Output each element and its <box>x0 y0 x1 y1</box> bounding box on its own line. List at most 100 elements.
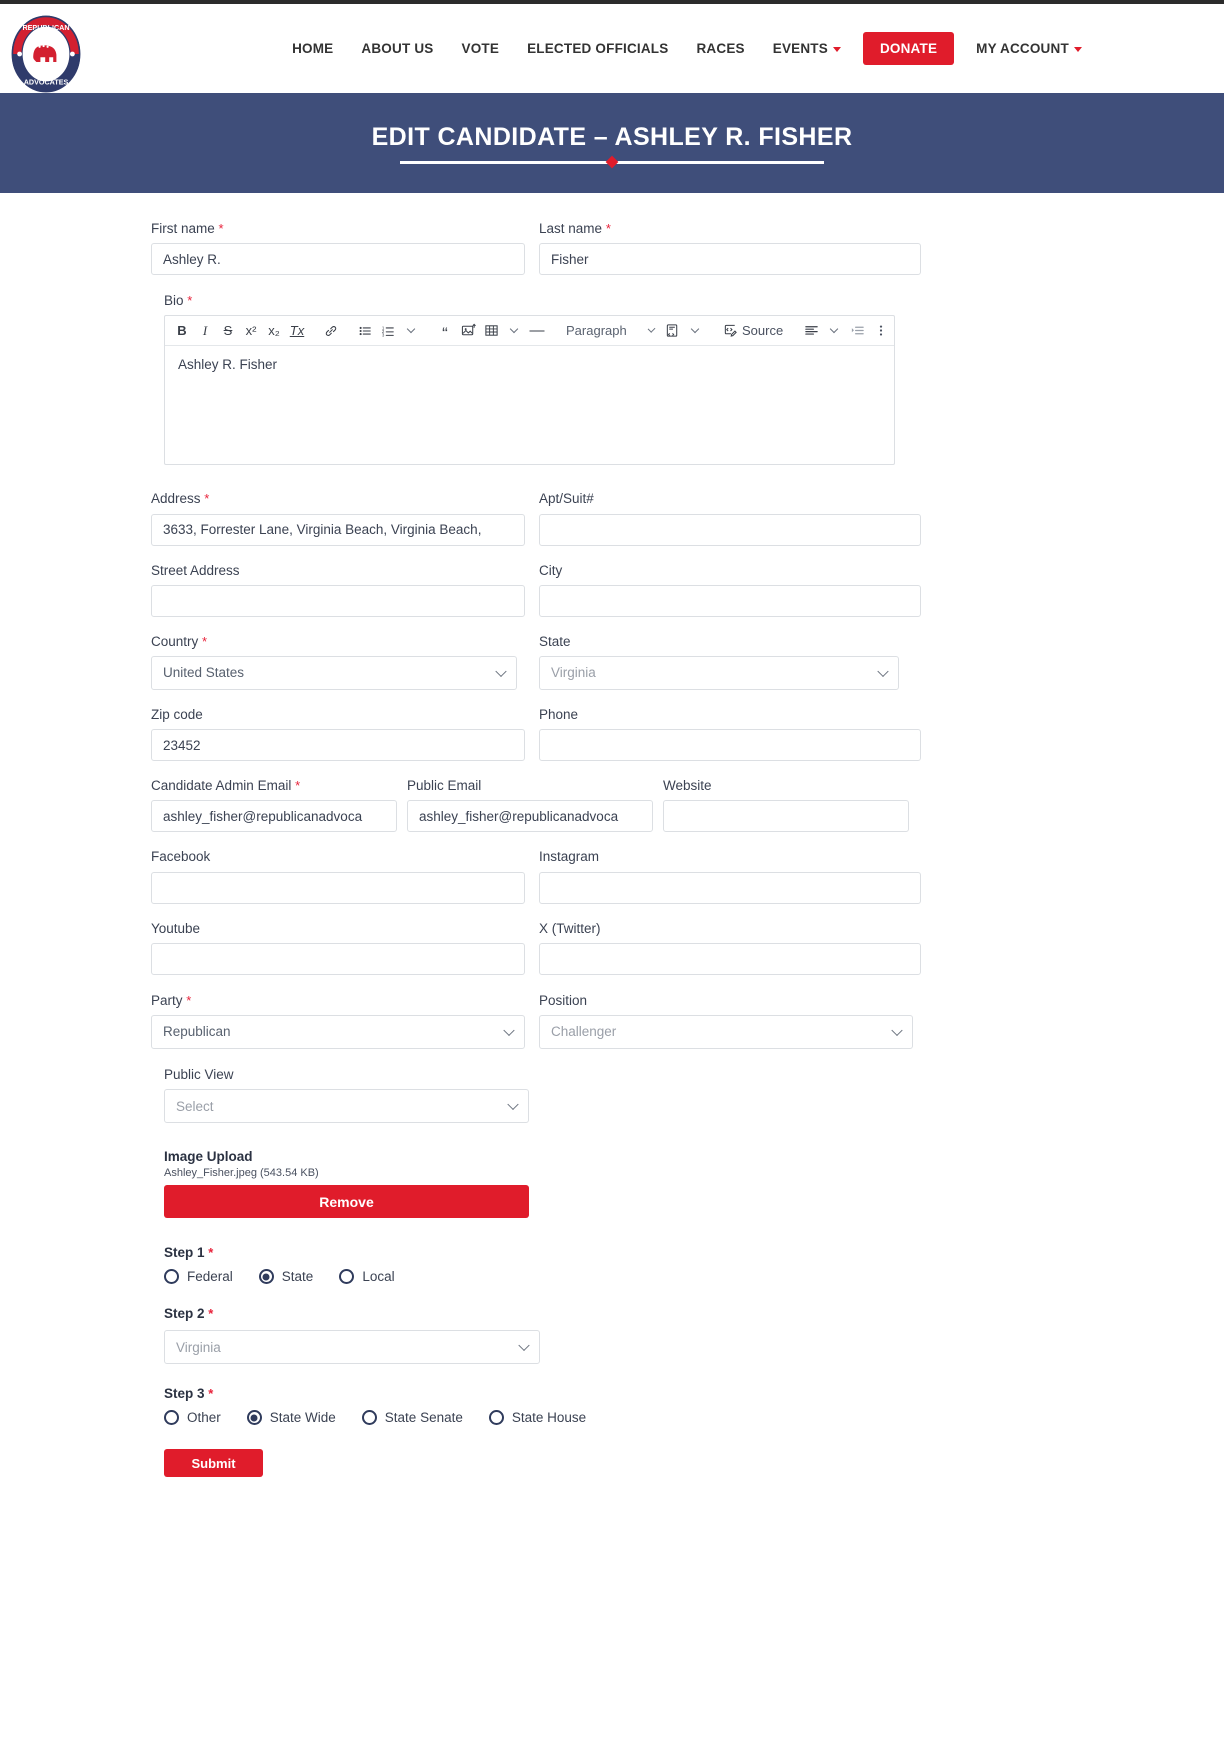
zip-code-label: Zip code <box>151 706 203 722</box>
nav-label: HOME <box>292 41 334 56</box>
step2-select[interactable]: Virginia <box>164 1330 540 1365</box>
phone-input[interactable] <box>539 729 921 762</box>
zip-code-input[interactable]: 23452 <box>151 729 525 762</box>
radio-icon <box>488 1410 504 1426</box>
chevron-down-icon <box>832 47 841 52</box>
bulleted-list-icon[interactable] <box>354 319 376 343</box>
nav-item-events[interactable]: EVENTS <box>759 33 855 64</box>
main-navigation: HOME ABOUT US VOTE ELECTED OFFICIALS RAC… <box>128 32 1096 65</box>
italic-icon[interactable]: I <box>194 319 216 343</box>
subscript-icon[interactable]: x₂ <box>263 319 285 343</box>
youtube-input[interactable] <box>151 942 525 975</box>
label-text: Step 1 <box>164 1245 205 1261</box>
bio-editor-content[interactable]: Ashley R. Fisher <box>165 346 894 464</box>
source-button[interactable]: Source <box>718 323 788 338</box>
svg-text:3: 3 <box>382 332 385 337</box>
step3-label: Step 3 * <box>164 1386 921 1401</box>
insert-image-icon[interactable] <box>457 319 479 343</box>
first-name-input[interactable]: Ashley R. <box>151 243 525 276</box>
public-view-select[interactable]: Select <box>164 1089 529 1124</box>
insert-table-icon[interactable] <box>480 319 502 343</box>
state-value: Virginia <box>551 665 596 681</box>
chevron-down-icon <box>891 1024 903 1036</box>
position-select[interactable]: Challenger <box>539 1014 913 1049</box>
nav-label: ELECTED OFFICIALS <box>527 41 669 56</box>
party-value: Republican <box>163 1024 231 1040</box>
phone-label: Phone <box>539 706 579 722</box>
submit-button[interactable]: Submit <box>164 1449 263 1478</box>
page-root: REPUBLICAN ADVOCATES HOME ABOUT US VOTE … <box>0 0 1224 1538</box>
template-icon[interactable] <box>661 319 683 343</box>
nav-item-vote[interactable]: VOTE <box>448 33 514 64</box>
required-marker: * <box>186 992 192 1008</box>
block-quote-icon[interactable]: “ <box>434 319 456 343</box>
align-options-chevron-icon[interactable] <box>823 319 845 343</box>
first-name-label: First name * <box>151 221 525 237</box>
superscript-icon[interactable]: x² <box>240 319 262 343</box>
nav-label: RACES <box>696 41 745 56</box>
bold-icon[interactable]: B <box>171 319 193 343</box>
step2-value: Virginia <box>176 1339 221 1355</box>
nav-item-elected-officials[interactable]: ELECTED OFFICIALS <box>513 33 682 64</box>
apt-input[interactable] <box>539 513 921 546</box>
public-view-label: Public View <box>164 1066 234 1082</box>
nav-label: MY ACCOUNT <box>976 41 1069 56</box>
chevron-down-icon <box>877 665 889 677</box>
country-value: United States <box>163 665 245 681</box>
step3-option-state-wide[interactable]: State Wide <box>246 1410 336 1426</box>
remove-format-icon[interactable]: Tx <box>286 319 308 343</box>
link-icon[interactable] <box>320 319 342 343</box>
numbered-list-icon[interactable]: 123 <box>377 319 399 343</box>
step1-option-federal[interactable]: Federal <box>164 1269 233 1285</box>
public-email-input[interactable]: ashley_fisher@republicanadvoca <box>407 800 653 833</box>
street-address-label: Street Address <box>151 562 240 578</box>
step1-option-local[interactable]: Local <box>339 1269 395 1285</box>
city-input[interactable] <box>539 584 921 617</box>
party-select[interactable]: Republican <box>151 1014 525 1049</box>
nav-item-my-account[interactable]: MY ACCOUNT <box>962 33 1096 64</box>
state-select[interactable]: Virginia <box>539 655 899 690</box>
republican-advocates-logo-icon: REPUBLICAN ADVOCATES <box>11 15 81 93</box>
nav-item-donate[interactable]: DONATE <box>862 32 955 65</box>
label-text: Party <box>151 992 183 1008</box>
vertical-dots-icon[interactable] <box>870 319 892 343</box>
address-input[interactable]: 3633, Forrester Lane, Virginia Beach, Vi… <box>151 513 525 546</box>
nav-item-races[interactable]: RACES <box>682 33 758 64</box>
required-marker: * <box>204 491 210 507</box>
last-name-input[interactable]: Fisher <box>539 243 921 276</box>
horizontal-line-icon[interactable]: — <box>526 319 548 343</box>
list-options-chevron-icon[interactable] <box>400 319 422 343</box>
facebook-input[interactable] <box>151 871 525 904</box>
nav-label: ABOUT US <box>361 41 434 56</box>
country-label: Country * <box>151 634 525 650</box>
street-address-input[interactable] <box>151 584 525 617</box>
chevron-down-icon <box>507 1098 519 1111</box>
chevron-down-icon <box>1073 47 1082 52</box>
remove-image-button[interactable]: Remove <box>164 1185 529 1219</box>
table-options-chevron-icon[interactable] <box>503 319 525 343</box>
label-text: Bio <box>164 293 184 309</box>
twitter-input[interactable] <box>539 942 921 975</box>
template-options-chevron-icon[interactable] <box>684 319 706 343</box>
indent-icon[interactable] <box>846 319 868 343</box>
text-align-icon[interactable] <box>800 319 822 343</box>
nav-item-about-us[interactable]: ABOUT US <box>347 33 447 64</box>
step1-option-state[interactable]: State <box>258 1269 313 1285</box>
instagram-input[interactable] <box>539 871 921 904</box>
step3-option-other[interactable]: Other <box>164 1410 221 1426</box>
candidate-admin-email-input[interactable]: ashley_fisher@republicanadvoca <box>151 800 397 833</box>
facebook-label: Facebook <box>151 849 211 865</box>
strikethrough-icon[interactable]: S <box>217 319 239 343</box>
paragraph-format-dropdown[interactable]: Paragraph <box>560 319 660 343</box>
website-input[interactable] <box>663 800 909 833</box>
radio-label: State Wide <box>269 1410 336 1426</box>
required-marker: * <box>187 293 193 309</box>
country-select[interactable]: United States <box>151 655 517 690</box>
step3-option-state-house[interactable]: State House <box>488 1410 586 1426</box>
site-logo[interactable]: REPUBLICAN ADVOCATES <box>6 14 86 94</box>
source-label: Source <box>742 323 784 339</box>
chevron-down-icon <box>495 665 507 677</box>
nav-item-home[interactable]: HOME <box>278 33 347 64</box>
step3-option-state-senate[interactable]: State Senate <box>361 1410 463 1426</box>
required-marker: * <box>208 1306 214 1322</box>
